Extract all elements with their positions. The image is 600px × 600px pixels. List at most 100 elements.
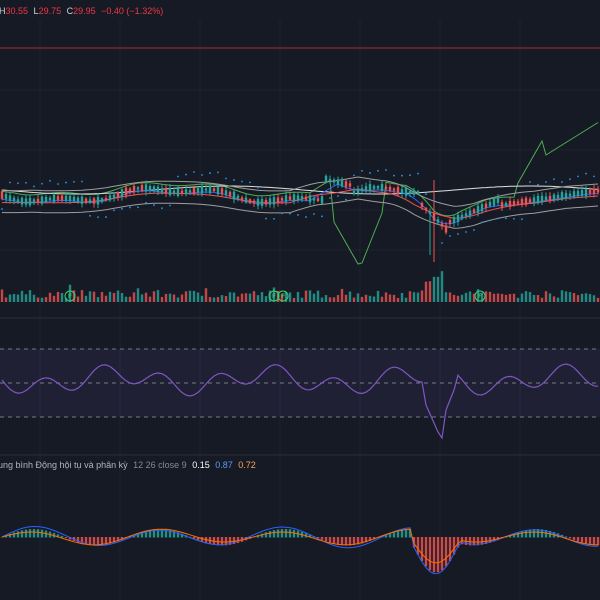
psar-dot-14 <box>57 183 59 185</box>
candle-body-104 <box>416 191 420 194</box>
psar-dot-44 <box>177 175 179 178</box>
candle-body-7 <box>28 197 32 206</box>
candle-body-40 <box>160 188 164 193</box>
psar-dot-132 <box>529 181 531 183</box>
candle-body-38 <box>152 186 156 191</box>
volume-bar-149 <box>596 297 600 302</box>
volume-bar-116 <box>464 292 468 302</box>
volume-bar-102 <box>408 291 412 302</box>
chart-canvas[interactable]: FFFF H30.55 L29.75 C29.95 −0.40 (−1.32%)… <box>0 0 600 600</box>
psar-dot-6 <box>25 181 27 184</box>
candle-body-109 <box>436 219 440 223</box>
change-value: −0.40 (−1.32%) <box>101 6 163 16</box>
candle-body-140 <box>560 192 564 200</box>
psar-dot-80 <box>321 215 323 218</box>
candle-body-144 <box>576 190 580 197</box>
candle-body-90 <box>360 188 364 191</box>
volume-bar-92 <box>368 295 372 302</box>
candle-body-18 <box>72 196 76 202</box>
candle-body-128 <box>512 201 516 206</box>
psar-dot-144 <box>577 175 579 178</box>
volume-bar-28 <box>112 292 116 302</box>
volume-bar-134 <box>536 295 540 302</box>
candle-body-31 <box>124 187 128 196</box>
volume-bar-37 <box>148 296 152 302</box>
candle-body-63 <box>252 200 256 204</box>
macd-hist-bar-101 <box>404 529 408 538</box>
psar-dot-48 <box>193 171 195 173</box>
candle-body-23 <box>92 198 96 204</box>
candle-body-14 <box>56 196 60 200</box>
candle-body-25 <box>100 198 104 202</box>
psar-dot-124 <box>497 217 499 220</box>
candle-body-80 <box>320 196 324 204</box>
candle-body-26 <box>104 198 108 201</box>
candle-body-42 <box>168 187 172 196</box>
candle-body-21 <box>84 198 88 203</box>
macd-hist-bar-22 <box>88 537 92 546</box>
volume-bar-83 <box>332 297 336 302</box>
psar-dot-2 <box>9 181 11 184</box>
volume-bar-93 <box>372 296 376 302</box>
volume-bar-41 <box>164 293 168 302</box>
volume-bar-144 <box>576 295 580 302</box>
macd-hist-bar-66 <box>264 532 268 538</box>
volume-bar-77 <box>308 290 312 302</box>
candle-body-43 <box>172 190 176 194</box>
macd-hist-bar-72 <box>288 529 292 538</box>
macd-hist-bar-111 <box>444 537 448 567</box>
volume-bar-146 <box>584 293 588 302</box>
candle-body-65 <box>260 199 264 206</box>
macd-hist-bar-81 <box>324 537 328 542</box>
candle-body-62 <box>248 199 252 204</box>
macd-hist-bar-7 <box>28 529 32 538</box>
volume-bar-23 <box>92 291 96 302</box>
psar-dot-122 <box>489 219 491 222</box>
candle-body-148 <box>592 188 596 194</box>
volume-bar-50 <box>200 295 204 302</box>
candle-body-136 <box>544 196 548 201</box>
volume-bar-106 <box>424 281 428 302</box>
candle-body-118 <box>472 209 476 213</box>
volume-bar-57 <box>228 292 232 302</box>
volume-bar-44 <box>176 297 180 302</box>
macd-hist-bar-68 <box>272 530 276 538</box>
volume-bar-58 <box>232 292 236 302</box>
candle-body-67 <box>268 198 272 205</box>
candle-body-149 <box>596 188 600 193</box>
volume-bar-38 <box>152 291 156 302</box>
volume-bar-126 <box>504 294 508 302</box>
psar-dot-74 <box>297 214 299 216</box>
candle-body-12 <box>48 197 52 200</box>
candle-body-76 <box>304 196 308 200</box>
candle-body-35 <box>140 184 144 192</box>
candle-body-77 <box>308 195 312 203</box>
candle-body-89 <box>356 188 360 194</box>
volume-bar-9 <box>36 297 40 302</box>
psar-dot-26 <box>105 216 107 218</box>
volume-bar-99 <box>396 297 400 302</box>
macd-hist-bar-145 <box>580 537 584 543</box>
candle-body-1 <box>4 194 8 200</box>
candle-body-59 <box>236 195 240 199</box>
candle-body-39 <box>156 186 160 193</box>
candle-body-139 <box>556 195 560 199</box>
candle-body-51 <box>204 188 208 191</box>
volume-bar-122 <box>488 291 492 302</box>
psar-dot-56 <box>225 177 227 180</box>
candle-body-127 <box>508 200 512 207</box>
volume-bar-115 <box>460 294 464 302</box>
volume-bar-2 <box>8 294 12 302</box>
candle-body-57 <box>228 191 232 197</box>
volume-bar-138 <box>552 296 556 302</box>
candle-body-116 <box>464 213 468 217</box>
volume-bar-24 <box>96 297 100 302</box>
macd-legend[interactable]: ung bình Động hội tụ và phân kỳ 12 26 cl… <box>0 460 256 470</box>
candle-body-32 <box>128 188 132 192</box>
macd-hist-bar-105 <box>420 537 424 562</box>
psar-dot-10 <box>41 182 43 185</box>
candle-body-84 <box>336 179 340 185</box>
macd-hist-bar-71 <box>284 529 288 538</box>
macd-signal-value: 0.72 <box>238 460 256 470</box>
macd-hist-bar-9 <box>36 529 40 538</box>
